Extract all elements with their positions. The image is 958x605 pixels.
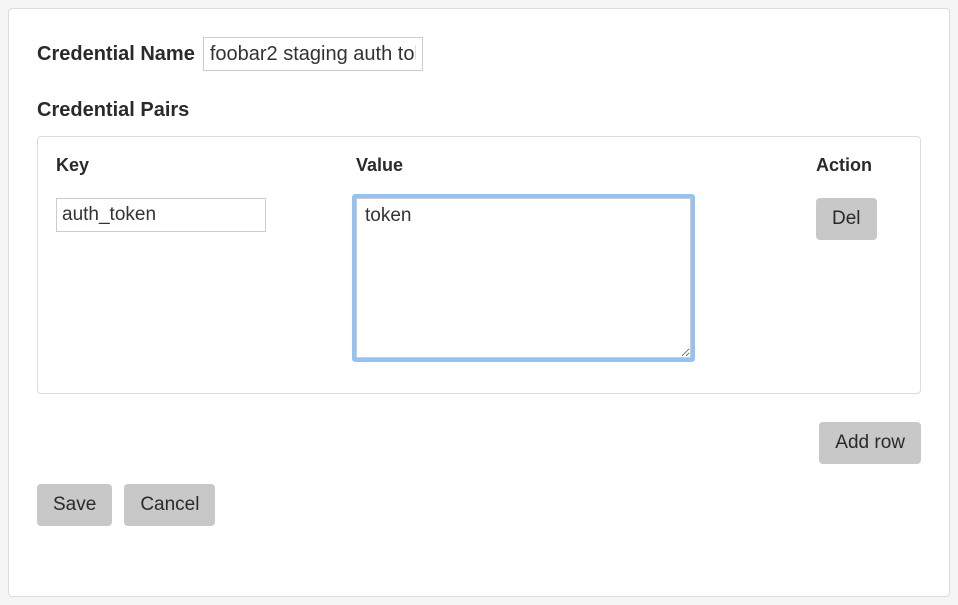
value-column-header: Value <box>356 155 816 176</box>
action-column-header: Action <box>816 155 896 176</box>
form-actions: Save Cancel <box>37 484 921 526</box>
add-row-container: Add row <box>37 422 921 464</box>
credential-pairs-title: Credential Pairs <box>37 99 921 122</box>
pair-key-input[interactable] <box>56 198 266 232</box>
key-column-header: Key <box>56 155 356 176</box>
add-row-button[interactable]: Add row <box>819 422 921 464</box>
credential-pair-row: token Del <box>56 198 896 363</box>
delete-row-button[interactable]: Del <box>816 198 877 240</box>
cancel-button[interactable]: Cancel <box>124 484 215 526</box>
pair-value-textarea[interactable]: token <box>356 198 691 358</box>
credential-pairs-box: Key Value Action token Del <box>37 136 921 394</box>
credential-name-label: Credential Name <box>37 43 195 66</box>
credential-name-row: Credential Name <box>37 37 921 71</box>
save-button[interactable]: Save <box>37 484 112 526</box>
credential-name-input[interactable] <box>203 37 423 71</box>
credential-form-panel: Credential Name Credential Pairs Key Val… <box>8 8 950 597</box>
pairs-header-row: Key Value Action <box>56 155 896 176</box>
